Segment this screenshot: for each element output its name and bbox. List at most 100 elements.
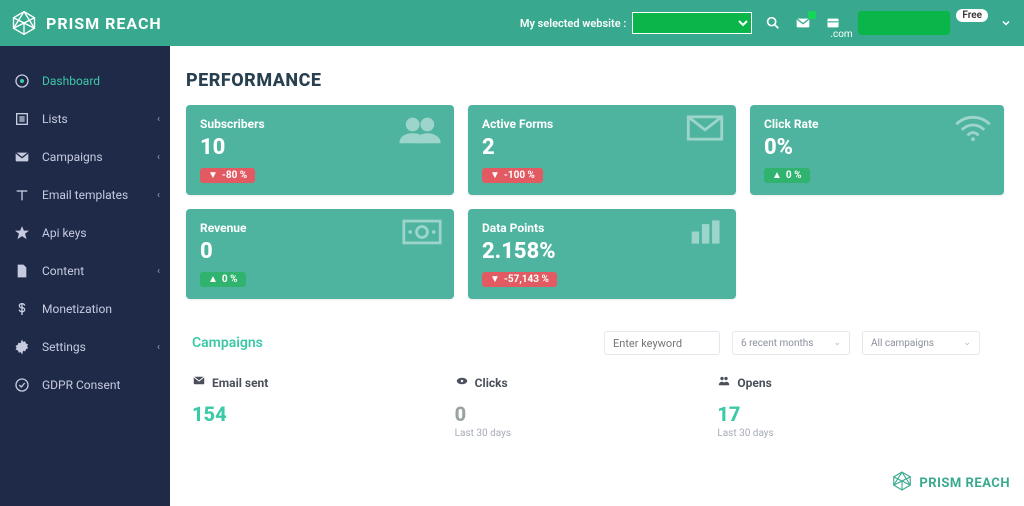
- selected-website-label: My selected website :: [520, 17, 627, 30]
- brand-logo-icon: [891, 470, 913, 496]
- cards-row-1: Subscribers 10 ▼-80 % Active Forms 2 ▼-1…: [186, 105, 996, 195]
- wifi-icon: [954, 115, 992, 145]
- brand-logo-icon: [10, 9, 38, 37]
- sidebar-item-campaigns[interactable]: Campaigns ‹: [0, 138, 170, 176]
- sidebar-item-label: GDPR Consent: [42, 378, 120, 392]
- stat-value: 154: [192, 402, 455, 426]
- stat-label: Clicks: [475, 376, 508, 390]
- dollar-icon: [14, 301, 30, 317]
- sidebar-item-label: Monetization: [42, 302, 112, 316]
- sidebar-item-settings[interactable]: Settings ‹: [0, 328, 170, 366]
- chevron-left-icon: ‹: [157, 266, 160, 277]
- campaign-search-input[interactable]: [604, 331, 720, 355]
- arrow-down-icon: ▼: [490, 274, 500, 285]
- website-select[interactable]: [632, 12, 752, 34]
- main-content: PERFORMANCE Subscribers 10 ▼-80 % Active…: [170, 46, 1024, 506]
- star-icon: [14, 225, 30, 241]
- money-icon: [402, 219, 442, 249]
- watermark: PRISM REACH: [891, 470, 1010, 496]
- sidebar-item-monetization[interactable]: Monetization: [0, 290, 170, 328]
- stat-value: 17: [717, 402, 980, 426]
- envelope-icon: [192, 375, 206, 390]
- chevron-down-icon: ⌄: [963, 338, 971, 348]
- chevron-down-icon: ⌄: [833, 338, 841, 348]
- sidebar-item-dashboard[interactable]: Dashboard: [0, 62, 170, 100]
- card-revenue[interactable]: Revenue 0 ▲0 %: [186, 209, 454, 299]
- arrow-up-icon: ▲: [208, 274, 218, 285]
- sidebar-item-lists[interactable]: Lists ‹: [0, 100, 170, 138]
- eye-icon: [455, 375, 469, 390]
- sidebar: Dashboard Lists ‹ Campaigns ‹ Email temp…: [0, 46, 170, 506]
- templates-icon: [14, 187, 30, 203]
- stat-opens: Opens 17 Last 30 days: [717, 375, 980, 439]
- chevron-left-icon: ‹: [157, 342, 160, 353]
- sidebar-item-label: Settings: [42, 340, 86, 354]
- cards-row-2: Revenue 0 ▲0 % Data Points 2.158% ▼-57,1…: [186, 209, 996, 299]
- campaign-stats: Email sent 154 Clicks 0 Last 30 days Ope: [192, 375, 980, 439]
- bars-icon: [690, 219, 724, 249]
- card-delta: ▼-100 %: [482, 168, 543, 183]
- card-value: 2.158%: [482, 239, 722, 264]
- arrow-down-icon: ▼: [208, 170, 218, 181]
- chevron-left-icon: ‹: [157, 190, 160, 201]
- chevron-left-icon: ‹: [157, 114, 160, 125]
- sidebar-item-gdpr[interactable]: GDPR Consent: [0, 366, 170, 404]
- envelope-icon: [686, 115, 724, 145]
- campaigns-title: Campaigns: [192, 335, 592, 351]
- card-delta: ▼-57,143 %: [482, 272, 557, 287]
- brand-name: PRISM REACH: [46, 14, 162, 33]
- arrow-down-icon: ▼: [490, 170, 500, 181]
- content-icon: [14, 263, 30, 279]
- account-menu[interactable]: Free .com: [858, 11, 1012, 35]
- plan-badge: Free: [956, 9, 988, 22]
- dashboard-icon: [14, 73, 30, 89]
- arrow-up-icon: ▲: [772, 170, 782, 181]
- chevron-down-icon: [1000, 14, 1012, 33]
- consent-icon: [14, 377, 30, 393]
- card-active-forms[interactable]: Active Forms 2 ▼-100 %: [468, 105, 736, 195]
- sidebar-item-label: Email templates: [42, 188, 128, 202]
- stat-clicks: Clicks 0 Last 30 days: [455, 375, 718, 439]
- card-data-points[interactable]: Data Points 2.158% ▼-57,143 %: [468, 209, 736, 299]
- stat-label: Email sent: [212, 376, 268, 390]
- people-icon: [717, 375, 731, 390]
- notifications-icon[interactable]: [794, 15, 812, 31]
- card-subscribers[interactable]: Subscribers 10 ▼-80 %: [186, 105, 454, 195]
- card-delta: ▼-80 %: [200, 168, 255, 183]
- chevron-left-icon: ‹: [157, 152, 160, 163]
- campaigns-icon: [14, 149, 30, 165]
- brand: PRISM REACH: [10, 9, 162, 37]
- stat-sub: Last 30 days: [717, 428, 980, 439]
- sidebar-item-label: Api keys: [42, 226, 87, 240]
- sidebar-item-label: Content: [42, 264, 84, 278]
- sidebar-item-templates[interactable]: Email templates ‹: [0, 176, 170, 214]
- people-icon: [398, 115, 442, 149]
- sidebar-item-label: Lists: [42, 112, 68, 126]
- search-icon[interactable]: [764, 15, 782, 31]
- topbar: PRISM REACH My selected website : Free .…: [0, 0, 1024, 46]
- sidebar-item-label: Dashboard: [42, 74, 100, 88]
- gear-icon: [14, 339, 30, 355]
- card-delta: ▲0 %: [764, 168, 810, 183]
- card-title: Data Points: [482, 221, 722, 235]
- sidebar-item-label: Campaigns: [42, 150, 103, 164]
- range-selected: 6 recent months: [741, 338, 813, 349]
- range-select[interactable]: 6 recent months ⌄: [732, 331, 850, 355]
- watermark-text: PRISM REACH: [919, 476, 1010, 491]
- campaign-filter-select[interactable]: All campaigns ⌄: [862, 331, 980, 355]
- filter-selected: All campaigns: [871, 338, 934, 349]
- card-click-rate[interactable]: Click Rate 0% ▲0 %: [750, 105, 1004, 195]
- sidebar-item-content[interactable]: Content ‹: [0, 252, 170, 290]
- stat-email-sent: Email sent 154: [192, 375, 455, 439]
- performance-heading: PERFORMANCE: [186, 70, 996, 91]
- card-delta: ▲0 %: [200, 272, 246, 287]
- sidebar-item-apikeys[interactable]: Api keys: [0, 214, 170, 252]
- account-domain: .com: [830, 29, 852, 40]
- campaigns-header: Campaigns 6 recent months ⌄ All campaign…: [192, 331, 980, 355]
- campaigns-panel: Campaigns 6 recent months ⌄ All campaign…: [186, 317, 996, 439]
- lists-icon: [14, 111, 30, 127]
- stat-label: Opens: [737, 376, 771, 390]
- account-chip: [858, 11, 950, 35]
- stat-value: 0: [455, 402, 718, 426]
- stat-sub: Last 30 days: [455, 428, 718, 439]
